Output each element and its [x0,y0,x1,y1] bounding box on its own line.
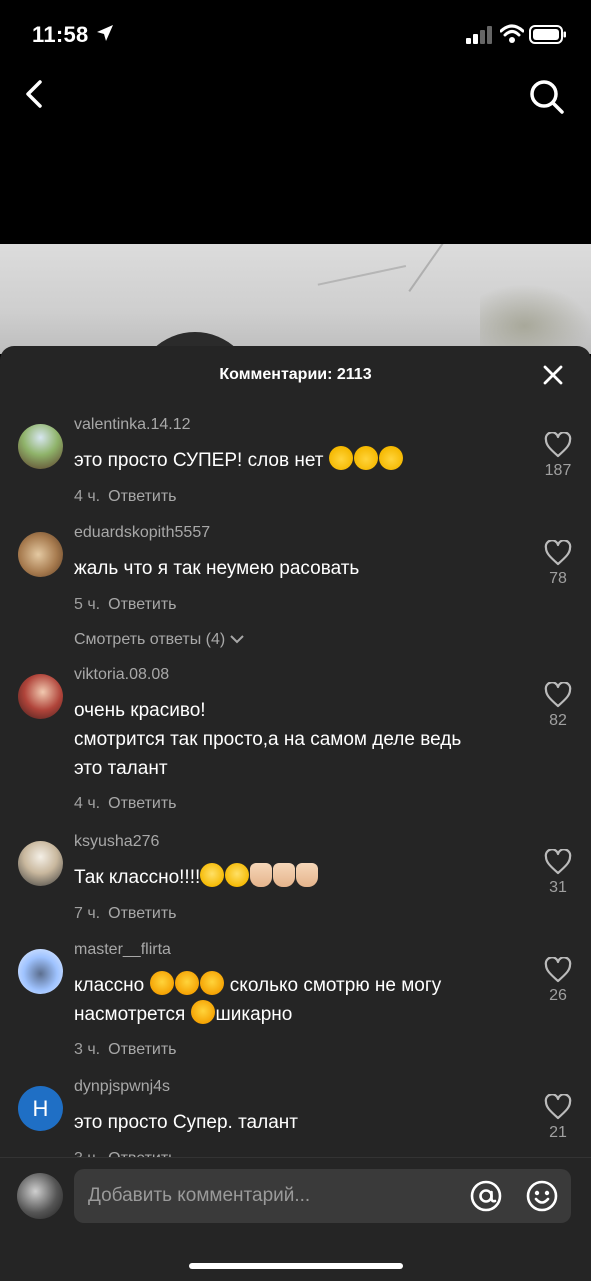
status-time: 11:58 [32,22,89,47]
star-struck-emoji-icon [328,446,353,470]
avatar[interactable] [18,841,63,886]
avatar[interactable] [18,532,63,577]
emoji-icon[interactable] [525,1179,559,1213]
heart-outline-icon [544,540,572,566]
comment-text: это просто Супер. талант [74,1112,298,1133]
view-replies-button[interactable]: Смотреть ответы (4) [74,631,244,649]
like-button[interactable]: 21 [538,1094,578,1142]
avatar-letter: H [32,1095,49,1121]
heart-outline-icon [544,682,572,708]
comment-time: 5 ч. [74,596,101,613]
home-indicator [189,1263,403,1269]
heart-outline-icon [544,957,572,983]
comment-text: жаль что я так неумею расовать [74,558,360,579]
like-button[interactable]: 26 [538,957,578,1005]
grinning-emoji-icon [225,863,250,887]
cellular-signal-icon [466,26,492,44]
comment-meta: 7 ч. Ответить [74,905,177,923]
like-button[interactable]: 31 [538,849,578,897]
smiling-with-hearts-emoji-icon [199,971,224,995]
battery-icon [529,25,566,44]
heart-outline-icon [544,1094,572,1120]
heart-outline-icon [544,849,572,875]
search-button[interactable] [526,76,566,116]
like-count: 187 [544,462,572,479]
comment-input-bar: Добавить комментарий... [0,1157,591,1281]
thumbs-up-emoji-icon [250,863,273,887]
comments-panel: Комментарии: 2113 valentinka.14.12 это п… [0,346,591,1280]
close-button[interactable] [541,363,565,387]
comment-item: valentinka.14.12 это просто СУПЕР! слов … [0,416,591,516]
reply-button[interactable]: Ответить [108,905,176,922]
like-count: 82 [549,712,567,729]
heart-outline-icon [544,432,572,458]
like-count: 21 [549,1124,567,1141]
comment-meta: 4 ч. Ответить [74,795,177,813]
comment-item: eduardskopith5557 жаль что я так неумею … [0,524,591,648]
smiling-with-hearts-emoji-icon [190,1000,215,1024]
reply-button[interactable]: Ответить [108,1041,176,1058]
comment-text: очень красиво! смотрится так просто,а на… [74,700,462,779]
comment-username[interactable]: master__flirta [74,941,171,959]
smiling-with-hearts-emoji-icon [174,971,199,995]
comments-title: Комментарии: 2113 [219,366,372,383]
comment-list[interactable]: valentinka.14.12 это просто СУПЕР! слов … [0,406,591,1158]
comment-time: 3 ч. [74,1041,101,1058]
thumbs-up-emoji-icon [296,863,319,887]
avatar[interactable] [18,949,63,994]
thumbs-up-emoji-icon [273,863,296,887]
smiling-with-hearts-emoji-icon [149,971,174,995]
comment-item: H dynpjspwnj4s это просто Супер. талант … [0,1078,591,1158]
comment-item: master__flirta классно сколько смотрю не… [0,941,591,1061]
reply-button[interactable]: Ответить [108,596,176,613]
avatar[interactable] [18,424,63,469]
comment-meta: 5 ч. Ответить [74,596,177,614]
like-button[interactable]: 82 [538,682,578,730]
like-count: 26 [549,987,567,1004]
my-avatar[interactable] [17,1173,63,1219]
star-struck-emoji-icon [353,446,378,470]
comment-text: классно сколько смотрю не могу насмотрет… [74,971,514,1029]
reply-button[interactable]: Ответить [108,488,176,505]
comment-time: 4 ч. [74,488,101,505]
comment-meta: 4 ч. Ответить [74,488,177,506]
grinning-emoji-icon [200,863,225,887]
comment-meta: 3 ч. Ответить [74,1041,177,1059]
mention-at-icon[interactable] [469,1179,503,1213]
comment-input[interactable]: Добавить комментарий... [74,1169,571,1223]
avatar[interactable]: H [18,1086,63,1131]
star-struck-emoji-icon [378,446,403,470]
location-arrow-icon [97,25,113,41]
comment-time: 7 ч. [74,905,101,922]
like-button[interactable]: 187 [538,432,578,480]
avatar[interactable] [18,674,63,719]
comment-time: 4 ч. [74,795,101,812]
comment-username[interactable]: viktoria.08.08 [74,666,169,684]
comment-username[interactable]: ksyusha276 [74,833,159,851]
comment-text: это просто СУПЕР! слов нет [74,446,514,475]
like-button[interactable]: 78 [538,540,578,588]
wifi-icon [500,24,524,43]
comment-username[interactable]: valentinka.14.12 [74,416,191,434]
comment-item: viktoria.08.08 очень красиво! смотрится … [0,666,591,812]
comment-input-placeholder: Добавить комментарий... [88,1185,311,1206]
comment-username[interactable]: dynpjspwnj4s [74,1078,170,1096]
video-preview[interactable] [0,244,591,354]
like-count: 31 [549,879,567,896]
like-count: 78 [549,570,567,587]
chevron-down-icon [229,635,244,644]
back-button[interactable] [16,76,52,112]
comment-username[interactable]: eduardskopith5557 [74,524,210,542]
reply-button[interactable]: Ответить [108,795,176,812]
comment-item: ksyusha276 Так классно!!!! 7 ч. Ответить … [0,833,591,933]
comment-text: Так классно!!!! [74,863,514,892]
status-bar: 11:58 [0,0,591,70]
